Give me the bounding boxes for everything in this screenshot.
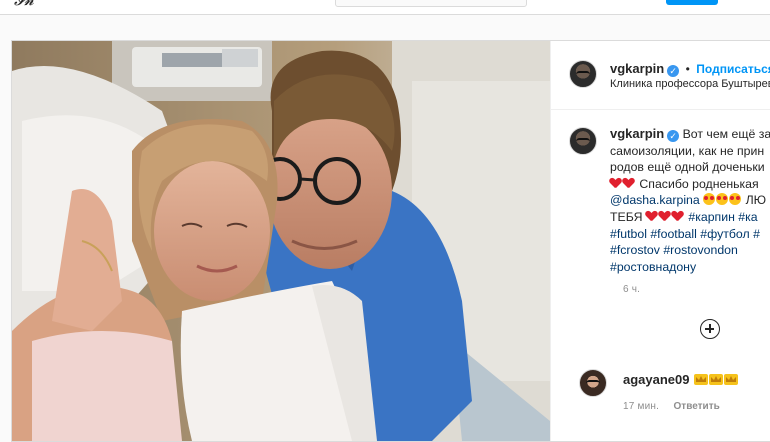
caption-line-4: Спасибо родненькая xyxy=(610,176,770,193)
caption-line-3: родов ещё одной доченьки xyxy=(610,160,765,175)
comment-line: agayane09 xyxy=(623,371,739,389)
hashtag-link[interactable]: #карпин xyxy=(688,210,735,224)
comment-meta: 17 мин. Ответить xyxy=(623,396,720,414)
commenter-avatar[interactable] xyxy=(579,369,607,397)
top-navigation-bar: 𝓘𝓷 xyxy=(0,0,770,15)
post-sidebar: vgkarpin ✓ • Подписаться Клиника профессо… xyxy=(550,41,770,441)
caption-text-4: Спасибо родненькая xyxy=(639,176,759,191)
caption-line-1: vgkarpin ✓ Вот чем ещё зан xyxy=(610,126,770,143)
commenter-username[interactable]: agayane09 xyxy=(623,372,690,387)
post-card: vgkarpin ✓ • Подписаться Клиника профессо… xyxy=(11,40,770,442)
caption-line-6: ТЕБЯ #карпин #ка xyxy=(610,209,770,226)
post-caption: vgkarpin ✓ Вот чем ещё зан самоизоляции, … xyxy=(610,126,770,275)
crown-icon xyxy=(693,374,708,385)
hashtag-link[interactable]: #футбол xyxy=(700,227,749,241)
author-line: vgkarpin ✓ • Подписаться xyxy=(610,60,770,78)
comment-timestamp[interactable]: 17 мин. xyxy=(623,401,659,412)
hashtag-link[interactable]: #ка xyxy=(738,210,757,224)
caption-avatar[interactable] xyxy=(569,127,597,155)
verified-badge-icon: ✓ xyxy=(667,65,680,77)
heart-eyes-emoji-icon xyxy=(729,193,742,206)
hashtag-link[interactable]: #football xyxy=(650,227,697,241)
caption-text-5: ЛЮ xyxy=(745,193,767,208)
login-button[interactable] xyxy=(666,0,718,5)
caption-text-6: ТЕБЯ xyxy=(610,209,643,224)
mention-link[interactable]: @dasha.karpina xyxy=(610,193,700,207)
verified-badge-icon: ✓ xyxy=(667,130,680,142)
reply-button[interactable]: Ответить xyxy=(674,401,720,412)
caption-line-9: #ростовнадону xyxy=(610,259,770,276)
crown-icon xyxy=(708,374,723,385)
caption-timestamp[interactable]: 6 ч. xyxy=(623,284,640,295)
load-more-comments-plus-icon[interactable] xyxy=(700,319,720,339)
red-heart-icon xyxy=(659,211,670,222)
post-header: vgkarpin ✓ • Подписаться Клиника профессо… xyxy=(551,41,770,110)
follow-button[interactable]: Подписаться xyxy=(696,62,770,76)
red-heart-icon xyxy=(623,178,634,189)
red-heart-icon xyxy=(646,211,657,222)
caption-line-5: @dasha.karpina ЛЮ xyxy=(610,192,770,209)
red-heart-icon xyxy=(610,178,621,189)
caption-text-1: Вот чем ещё зан xyxy=(682,127,770,141)
caption-line-2: самоизоляции, как не прин xyxy=(610,143,765,158)
crown-icon xyxy=(723,374,738,385)
caption-line-7: #futbol #football #футбол # xyxy=(610,226,770,243)
hashtag-link[interactable]: #futbol xyxy=(610,227,647,241)
heart-eyes-emoji-icon xyxy=(716,193,729,206)
hashtag-link[interactable]: #rostovondon xyxy=(663,243,738,257)
author-username[interactable]: vgkarpin xyxy=(610,61,664,76)
separator-dot: • xyxy=(685,62,690,76)
instagram-logo[interactable]: 𝓘𝓷 xyxy=(14,0,74,9)
selfie-photo-illustration xyxy=(12,41,550,441)
post-photo[interactable] xyxy=(12,41,550,441)
author-avatar[interactable] xyxy=(569,60,597,88)
hashtag-link[interactable]: #ростовнадону xyxy=(610,260,696,274)
location-link[interactable]: Клиника профессора Буштырево xyxy=(610,78,770,90)
search-input[interactable] xyxy=(335,0,527,7)
caption-line-8: #fcrostov #rostovondon xyxy=(610,242,770,259)
red-heart-icon xyxy=(672,211,683,222)
hashtag-link[interactable]: #fcrostov xyxy=(610,243,660,257)
hashtag-link[interactable]: # xyxy=(753,227,760,241)
caption-username[interactable]: vgkarpin xyxy=(610,126,664,141)
heart-eyes-emoji-icon xyxy=(703,193,716,206)
